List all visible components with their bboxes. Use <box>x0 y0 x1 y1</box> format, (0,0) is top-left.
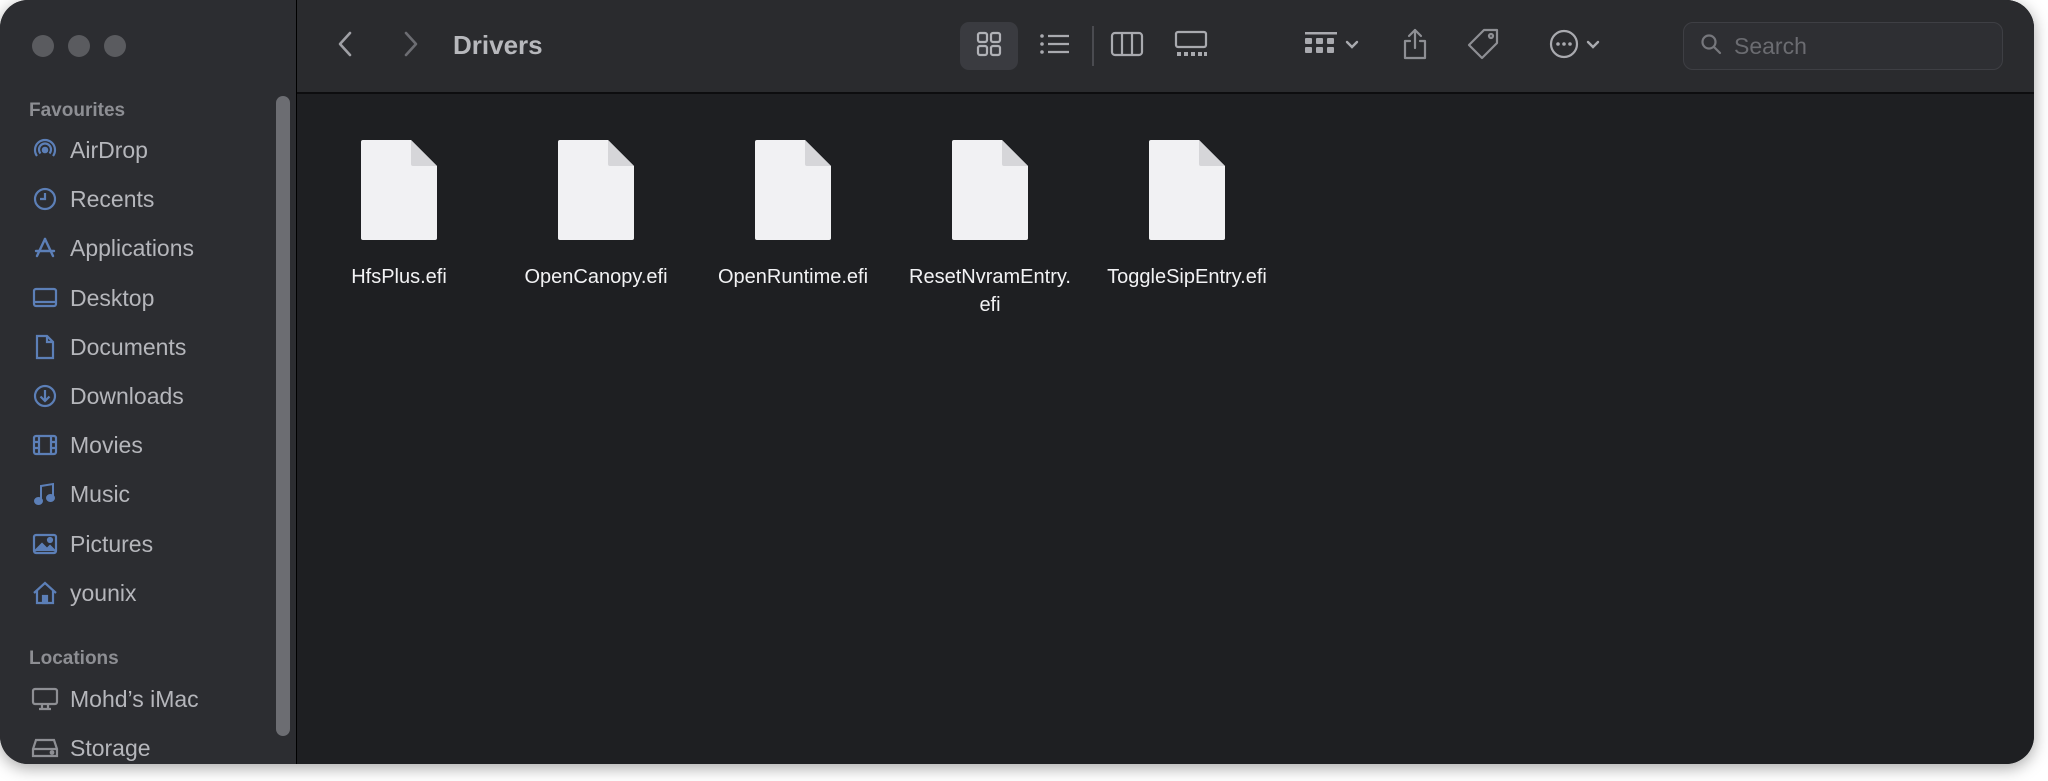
sidebar-item-music[interactable]: Music <box>30 474 280 514</box>
window-title: Drivers <box>453 30 543 60</box>
gallery-view-button[interactable] <box>1166 22 1216 70</box>
sidebar-item-home[interactable]: younix <box>30 573 280 613</box>
locations-header: Locations <box>29 648 119 669</box>
sidebar-scrollbar[interactable] <box>276 96 290 736</box>
file-name: OpenCanopy.efi <box>524 266 668 288</box>
airdrop-icon <box>30 137 60 163</box>
minimize-window-button[interactable] <box>68 35 90 57</box>
sidebar-item-label: Recents <box>70 185 155 212</box>
document-file-icon <box>1147 138 1227 247</box>
column-view-button[interactable] <box>1102 22 1152 70</box>
favourites-header: Favourites <box>29 100 126 121</box>
sidebar-item-applications[interactable]: Applications <box>30 228 280 268</box>
sidebar-item-storage[interactable]: Storage <box>30 728 280 764</box>
chevron-down-icon <box>1586 37 1600 55</box>
search-placeholder: Search <box>1734 32 1807 59</box>
document-file-icon <box>753 138 833 247</box>
file-name: ResetNvramEntry. efi <box>909 266 1071 316</box>
file-item[interactable]: ResetNvramEntry. efi <box>895 138 1085 319</box>
home-icon <box>30 580 60 606</box>
picture-icon <box>30 531 60 557</box>
file-name: OpenRuntime.efi <box>717 266 869 288</box>
disk-icon <box>30 735 60 761</box>
chevron-right-icon <box>403 30 419 63</box>
group-by-button[interactable] <box>1298 22 1364 70</box>
sidebar-item-label: Downloads <box>70 382 184 409</box>
chevron-left-icon <box>337 30 353 63</box>
sidebar-item-pictures[interactable]: Pictures <box>30 524 280 564</box>
sidebar-item-label: Documents <box>70 333 187 360</box>
icon-view-button[interactable] <box>960 22 1018 70</box>
sidebar-item-label: Mohd’s iMac <box>70 685 199 712</box>
file-name: ToggleSipEntry.efi <box>1107 266 1267 288</box>
more-actions-button[interactable] <box>1541 22 1607 70</box>
forward-button[interactable] <box>395 22 427 70</box>
share-icon <box>1401 27 1429 66</box>
file-item[interactable]: OpenCanopy.efi <box>501 138 691 291</box>
search-field[interactable]: Search <box>1683 22 2003 70</box>
search-icon <box>1700 33 1722 60</box>
group-icon <box>1303 30 1339 63</box>
file-item[interactable]: OpenRuntime.efi <box>698 138 888 291</box>
toolbar: Drivers Search <box>297 0 2034 94</box>
sidebar-item-movies[interactable]: Movies <box>30 425 280 465</box>
applications-icon <box>30 235 60 261</box>
computer-icon <box>30 686 60 712</box>
chevron-down-icon <box>1345 37 1359 55</box>
document-file-icon <box>359 138 439 247</box>
tag-icon <box>1466 27 1500 66</box>
document-icon <box>30 334 60 360</box>
document-file-icon <box>950 138 1030 247</box>
sidebar: Favourites AirDrop Recents Applications … <box>0 0 296 764</box>
close-window-button[interactable] <box>32 35 54 57</box>
file-item[interactable]: ToggleSipEntry.efi <box>1092 138 1282 291</box>
sidebar-item-label: Music <box>70 480 131 507</box>
column-view-icon <box>1110 31 1144 62</box>
sidebar-item-airdrop[interactable]: AirDrop <box>30 130 280 170</box>
sidebar-item-label: Desktop <box>70 284 155 311</box>
share-button[interactable] <box>1395 22 1435 70</box>
sidebar-item-label: Pictures <box>70 530 154 557</box>
sidebar-item-label: younix <box>70 579 137 606</box>
ellipsis-circle-icon <box>1548 28 1580 65</box>
sidebar-item-label: Storage <box>70 734 151 761</box>
film-icon <box>30 432 60 458</box>
sidebar-item-label: Applications <box>70 234 195 261</box>
sidebar-item-recents[interactable]: Recents <box>30 179 280 219</box>
content-area: Drivers Search HfsPlus.efi OpenCanopy.ef… <box>297 0 2034 764</box>
sidebar-item-label: Movies <box>70 431 143 458</box>
file-item[interactable]: HfsPlus.efi <box>304 138 494 291</box>
desktop-icon <box>30 285 60 311</box>
back-button[interactable] <box>329 22 361 70</box>
list-view-icon <box>1039 32 1071 61</box>
list-view-button[interactable] <box>1030 22 1080 70</box>
sidebar-item-label: AirDrop <box>70 136 148 163</box>
zoom-window-button[interactable] <box>104 35 126 57</box>
file-name: HfsPlus.efi <box>351 266 447 288</box>
sidebar-scrollbar-thumb[interactable] <box>276 96 290 736</box>
gallery-view-icon <box>1174 30 1208 63</box>
sidebar-item-downloads[interactable]: Downloads <box>30 376 280 416</box>
document-file-icon <box>556 138 636 247</box>
icon-view-icon <box>976 31 1002 62</box>
toolbar-separator <box>1092 26 1094 66</box>
finder-window: Favourites AirDrop Recents Applications … <box>0 0 2034 764</box>
download-icon <box>30 383 60 409</box>
sidebar-item-documents[interactable]: Documents <box>30 327 280 367</box>
music-note-icon <box>30 481 60 507</box>
tags-button[interactable] <box>1463 22 1503 70</box>
sidebar-item-computer[interactable]: Mohd’s iMac <box>30 679 280 719</box>
clock-icon <box>30 186 60 212</box>
sidebar-item-desktop[interactable]: Desktop <box>30 278 280 318</box>
